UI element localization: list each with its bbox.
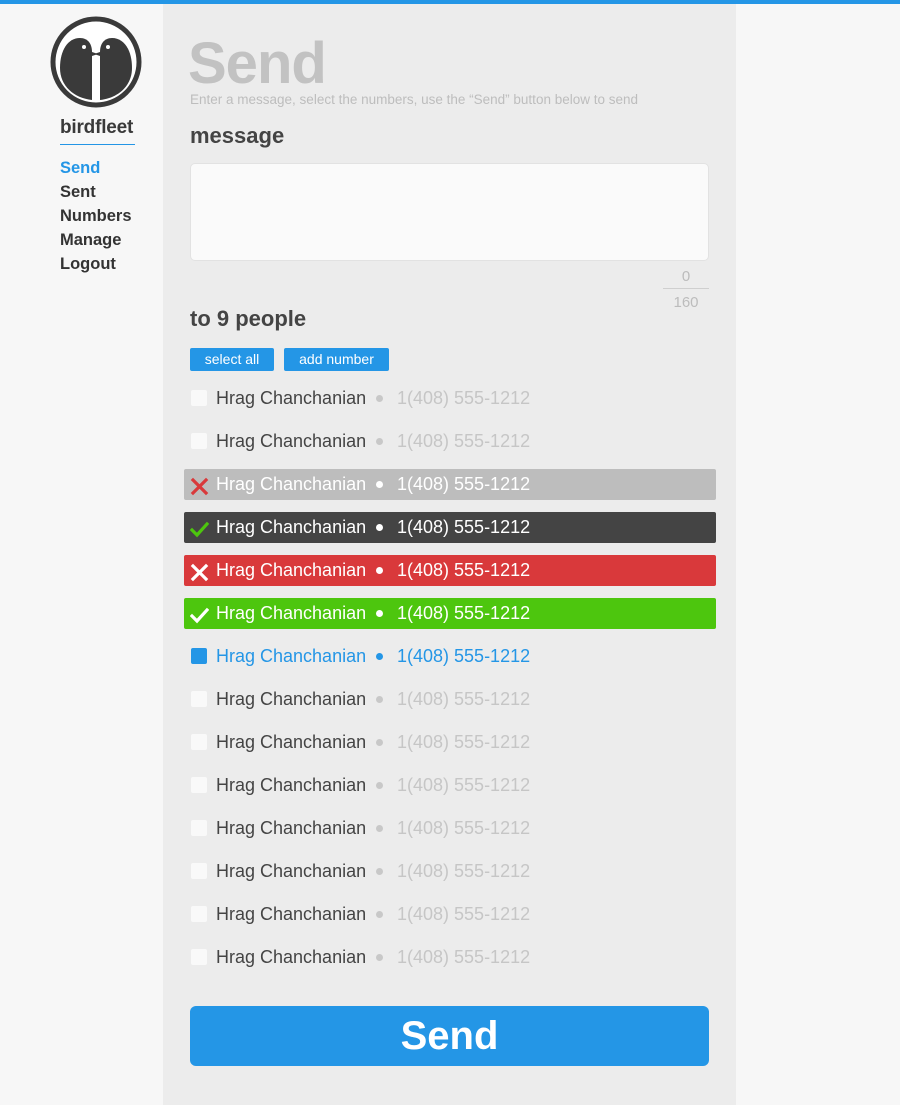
recipient-phone: 1(408) 555-1212 <box>397 388 531 408</box>
recipient-row[interactable]: Hrag Chanchanian 1(408) 555-1212 <box>184 899 716 930</box>
recipient-row[interactable]: Hrag Chanchanian 1(408) 555-1212 <box>184 469 716 500</box>
recipient-row[interactable]: Hrag Chanchanian 1(408) 555-1212 <box>184 727 716 758</box>
send-button[interactable]: Send <box>190 1006 709 1066</box>
recipient-name: Hrag Chanchanian <box>216 560 367 580</box>
character-count: 0 <box>681 268 691 285</box>
checkbox-icon[interactable] <box>191 390 207 406</box>
page-title: Send <box>188 31 327 96</box>
checkbox-icon[interactable] <box>191 433 207 449</box>
recipient-phone: 1(408) 555-1212 <box>397 431 531 451</box>
select-all-button[interactable]: select all <box>190 348 274 371</box>
recipient-name: Hrag Chanchanian <box>216 818 367 838</box>
recipient-name: Hrag Chanchanian <box>216 603 367 623</box>
send-panel: Send Enter a message, select the numbers… <box>163 4 736 1105</box>
character-limit: 160 <box>673 294 699 311</box>
recipient-row[interactable]: Hrag Chanchanian 1(408) 555-1212 <box>184 856 716 887</box>
separator-dot-icon <box>376 524 383 531</box>
sidebar-item-sent[interactable]: Sent <box>60 180 132 204</box>
recipient-name: Hrag Chanchanian <box>216 732 367 752</box>
recipient-row[interactable]: Hrag Chanchanian 1(408) 555-1212 <box>184 426 716 457</box>
recipient-list: Hrag Chanchanian 1(408) 555-1212 Hrag Chan… <box>184 383 716 985</box>
recipient-phone: 1(408) 555-1212 <box>397 474 531 494</box>
checkbox-checked-icon[interactable] <box>191 648 207 664</box>
recipient-row[interactable]: Hrag Chanchanian 1(408) 555-1212 <box>184 512 716 543</box>
x-icon <box>190 475 209 496</box>
brand-name: birdfleet <box>60 117 134 138</box>
x-icon <box>190 561 209 582</box>
separator-dot-icon <box>376 481 383 488</box>
separator-dot-icon <box>376 653 383 660</box>
separator-dot-icon <box>376 782 383 789</box>
recipient-row[interactable]: Hrag Chanchanian 1(408) 555-1212 <box>184 770 716 801</box>
recipient-name: Hrag Chanchanian <box>216 904 367 924</box>
message-label: message <box>190 123 285 148</box>
separator-dot-icon <box>376 696 383 703</box>
sidebar-item-send[interactable]: Send <box>60 156 132 180</box>
character-counter: 0 160 <box>663 267 709 312</box>
recipient-phone: 1(408) 555-1212 <box>397 732 531 752</box>
checkbox-icon[interactable] <box>191 863 207 879</box>
recipient-row[interactable]: Hrag Chanchanian 1(408) 555-1212 <box>184 641 716 672</box>
page-subtitle: Enter a message, select the numbers, use… <box>190 92 639 107</box>
birds-logo-icon[interactable] <box>50 16 142 108</box>
separator-dot-icon <box>376 911 383 918</box>
checkbox-icon[interactable] <box>191 949 207 965</box>
message-input[interactable] <box>190 163 709 261</box>
recipient-phone: 1(408) 555-1212 <box>397 603 531 623</box>
recipient-phone: 1(408) 555-1212 <box>397 947 531 967</box>
add-number-button[interactable]: add number <box>284 348 389 371</box>
separator-dot-icon <box>376 438 383 445</box>
recipient-name: Hrag Chanchanian <box>216 646 367 666</box>
recipient-name: Hrag Chanchanian <box>216 474 367 494</box>
checkbox-icon[interactable] <box>191 691 207 707</box>
recipient-name: Hrag Chanchanian <box>216 861 367 881</box>
recipient-name: Hrag Chanchanian <box>216 947 367 967</box>
checkbox-icon[interactable] <box>191 734 207 750</box>
recipient-name: Hrag Chanchanian <box>216 689 367 709</box>
separator-dot-icon <box>376 739 383 746</box>
recipient-row[interactable]: Hrag Chanchanian 1(408) 555-1212 <box>184 383 716 414</box>
check-icon <box>189 604 210 624</box>
recipient-phone: 1(408) 555-1212 <box>397 517 531 537</box>
recipient-phone: 1(408) 555-1212 <box>397 818 531 838</box>
recipient-row[interactable]: Hrag Chanchanian 1(408) 555-1212 <box>184 942 716 973</box>
checkbox-icon[interactable] <box>191 906 207 922</box>
sidebar-item-manage[interactable]: Manage <box>60 228 132 252</box>
recipient-row[interactable]: Hrag Chanchanian 1(408) 555-1212 <box>184 598 716 629</box>
check-icon <box>189 518 210 538</box>
recipient-row[interactable]: Hrag Chanchanian 1(408) 555-1212 <box>184 555 716 586</box>
separator-dot-icon <box>376 610 383 617</box>
brand-divider <box>60 144 135 145</box>
separator-dot-icon <box>376 395 383 402</box>
separator-dot-icon <box>376 868 383 875</box>
recipient-name: Hrag Chanchanian <box>216 431 367 451</box>
recipient-phone: 1(408) 555-1212 <box>397 904 531 924</box>
sidebar-nav: Send Sent Numbers Manage Logout <box>60 156 132 276</box>
counter-divider <box>663 288 709 289</box>
recipient-phone: 1(408) 555-1212 <box>397 775 531 795</box>
recipient-name: Hrag Chanchanian <box>216 517 367 537</box>
recipients-label: to 9 people <box>190 306 307 331</box>
recipient-name: Hrag Chanchanian <box>216 775 367 795</box>
checkbox-icon[interactable] <box>191 777 207 793</box>
recipient-phone: 1(408) 555-1212 <box>397 689 531 709</box>
recipient-name: Hrag Chanchanian <box>216 388 367 408</box>
recipient-phone: 1(408) 555-1212 <box>397 646 531 666</box>
recipient-row[interactable]: Hrag Chanchanian 1(408) 555-1212 <box>184 813 716 844</box>
recipient-row[interactable]: Hrag Chanchanian 1(408) 555-1212 <box>184 684 716 715</box>
sidebar-item-numbers[interactable]: Numbers <box>60 204 132 228</box>
sidebar: birdfleet Send Sent Numbers Manage Logout <box>0 4 163 1105</box>
recipient-phone: 1(408) 555-1212 <box>397 560 531 580</box>
right-gutter <box>736 4 900 1105</box>
recipient-phone: 1(408) 555-1212 <box>397 861 531 881</box>
separator-dot-icon <box>376 954 383 961</box>
sidebar-item-logout[interactable]: Logout <box>60 252 132 276</box>
separator-dot-icon <box>376 567 383 574</box>
separator-dot-icon <box>376 825 383 832</box>
checkbox-icon[interactable] <box>191 820 207 836</box>
